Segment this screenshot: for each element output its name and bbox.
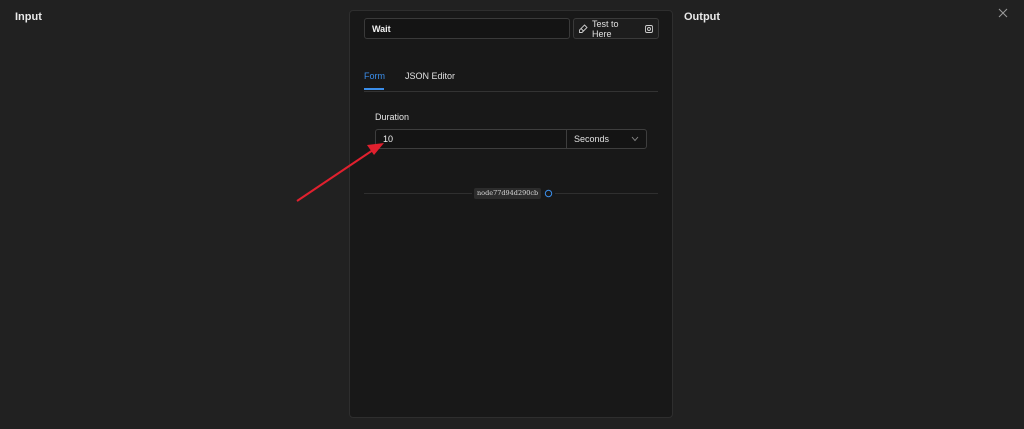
copy-icon[interactable] xyxy=(544,189,553,198)
duration-field-group: Seconds xyxy=(375,129,647,149)
test-to-here-label: Test to Here xyxy=(592,18,619,39)
output-panel-title: Output xyxy=(684,11,721,23)
flask-icon xyxy=(578,23,588,34)
tab-json-editor[interactable]: JSON Editor xyxy=(405,69,455,90)
node-name-input[interactable] xyxy=(364,18,570,39)
editor-tabs: Form JSON Editor xyxy=(364,69,658,92)
duration-label: Duration xyxy=(375,112,410,122)
test-to-here-button[interactable]: Test to Here xyxy=(573,18,659,39)
duration-unit-value: Seconds xyxy=(574,134,610,144)
duration-input[interactable] xyxy=(376,130,567,148)
node-settings-panel: Test to Here Form JSON Editor Duration S… xyxy=(349,10,673,418)
chevron-down-icon xyxy=(631,134,639,144)
settings-icon[interactable] xyxy=(644,24,654,34)
close-icon[interactable] xyxy=(998,8,1012,22)
node-id-text: node77d94d290cb xyxy=(474,188,542,199)
node-id-badge: node77d94d290cb xyxy=(472,188,556,199)
tab-form[interactable]: Form xyxy=(364,69,385,90)
input-panel-title: Input xyxy=(15,11,42,23)
duration-unit-select[interactable]: Seconds xyxy=(567,130,646,148)
